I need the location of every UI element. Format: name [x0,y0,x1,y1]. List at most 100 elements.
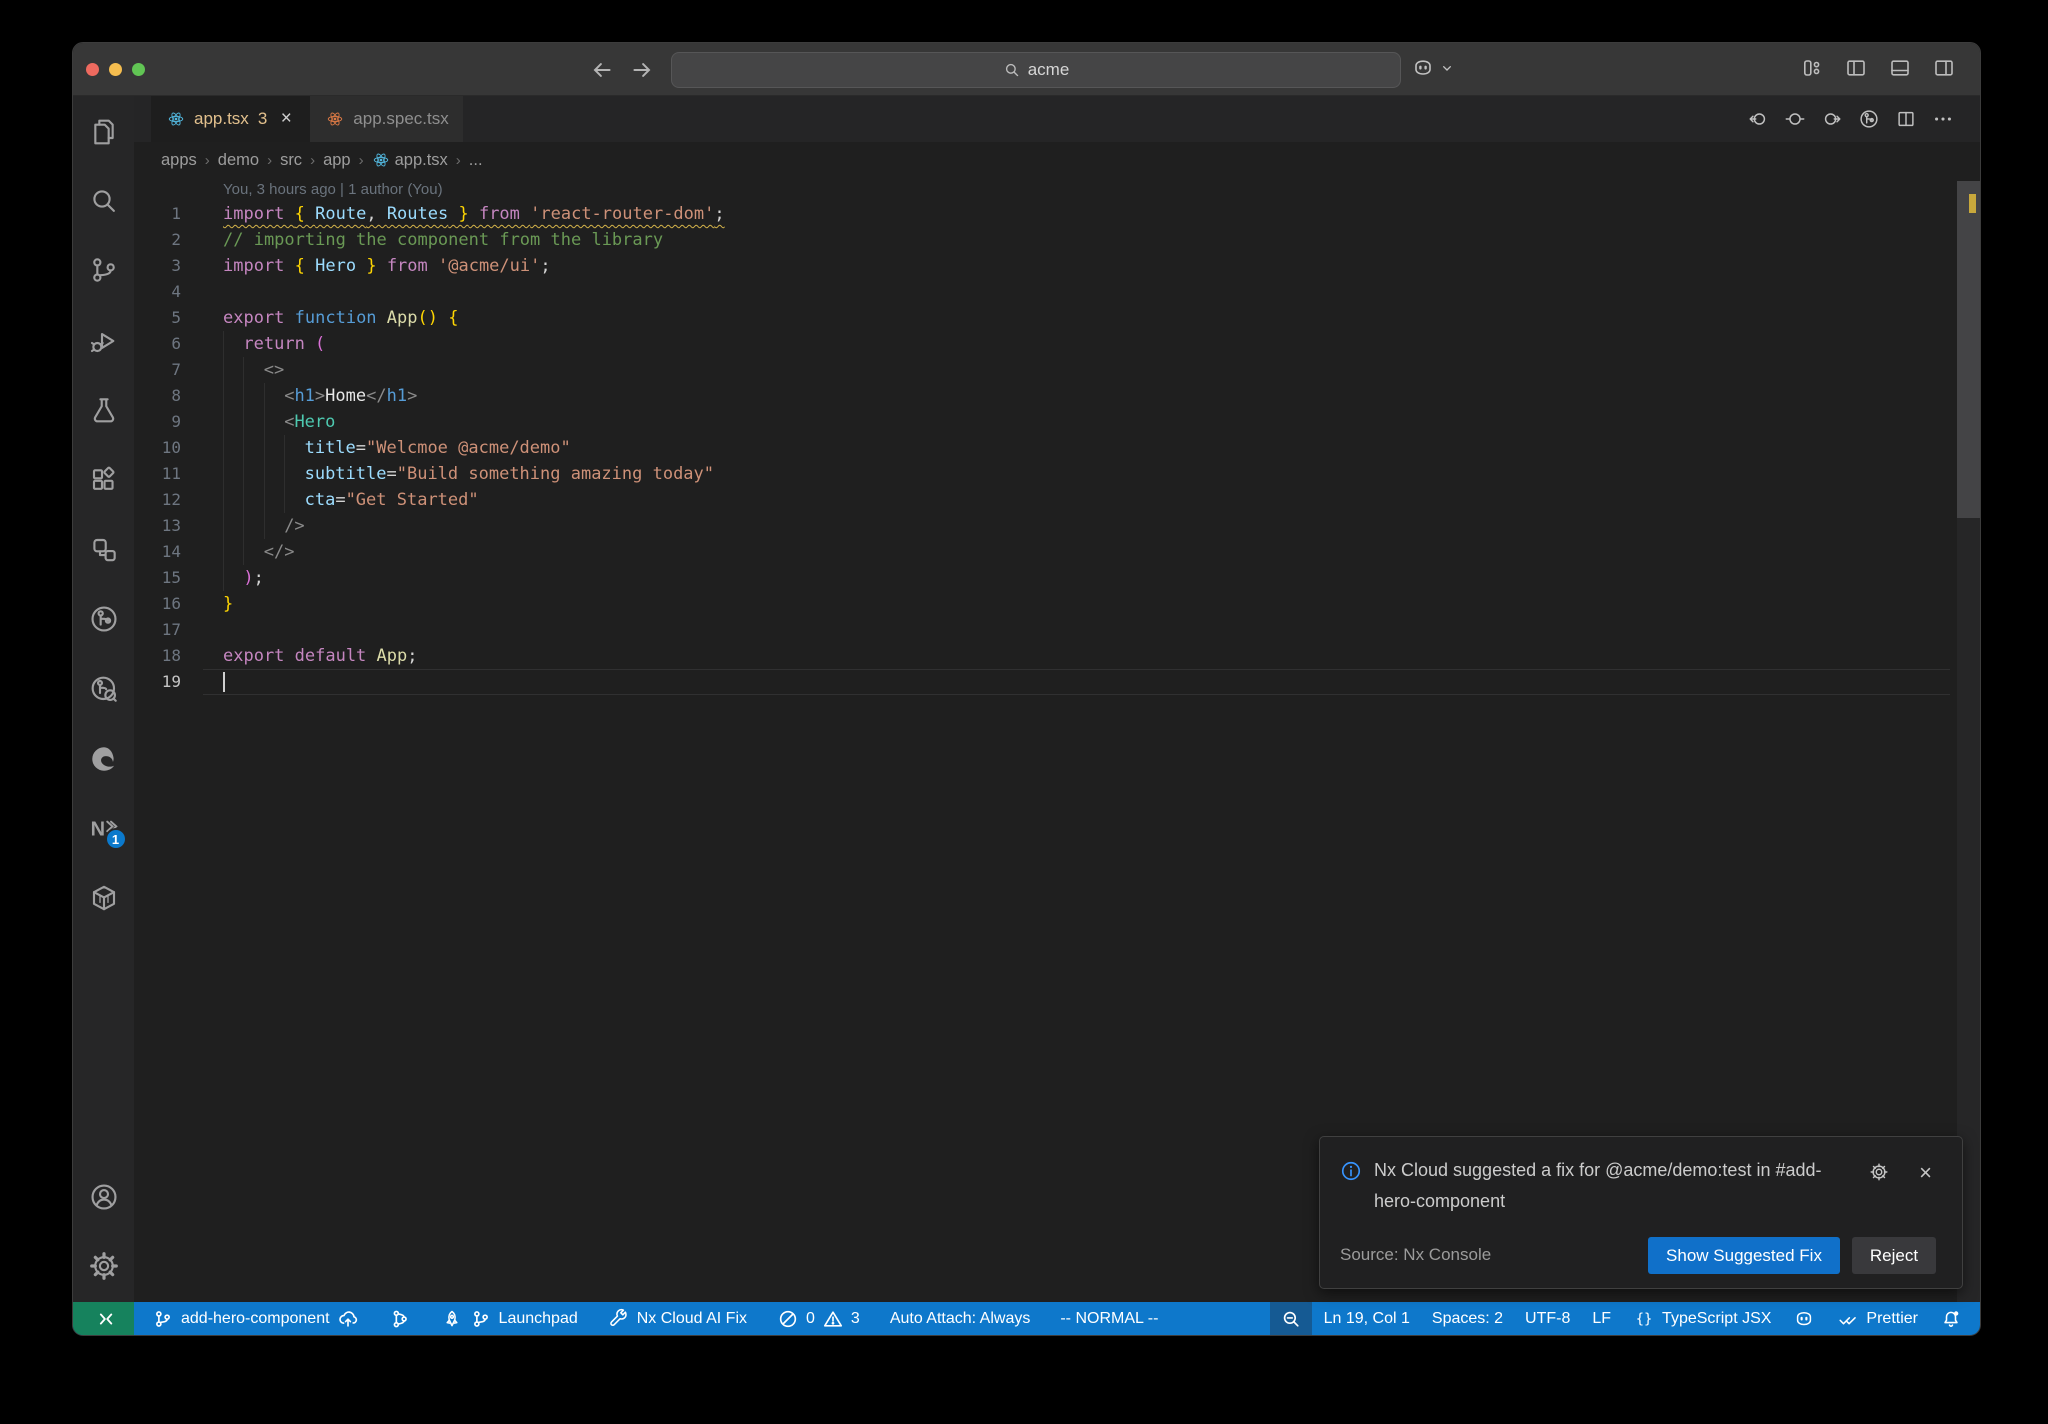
history-back-icon[interactable] [1747,108,1769,130]
auto-attach-item[interactable]: Auto Attach: Always [880,1302,1041,1335]
code-token: title [304,438,356,458]
activity-explorer[interactable] [73,108,134,156]
status-label: 0 [806,1309,815,1327]
code-line-16[interactable]: 16} [134,591,1980,617]
code-line-3[interactable]: 3 import { Hero } from '@acme/ui'; [134,253,1980,279]
encoding-item[interactable]: UTF-8 [1515,1302,1580,1335]
code-line-2[interactable]: 2 // importing the component from the lib… [134,227,1980,253]
code-token: export default [223,646,377,666]
breadcrumb-item-apptsx[interactable]: app.tsx [372,151,448,170]
code-line-18[interactable]: 18 export default App; [134,643,1980,669]
zoom-button[interactable] [132,63,145,76]
activity-edge-browser[interactable] [73,735,134,783]
graph-circle-icon[interactable] [1858,108,1880,130]
code-token: App [376,646,408,666]
code-line-content: cta="Get Started" [223,487,479,513]
code-line-5[interactable]: 5 export function App() { [134,305,1980,331]
activity-settings-gear[interactable] [73,1242,134,1290]
zoom-item[interactable] [1269,1302,1312,1335]
warning-icon [822,1308,844,1330]
indentation-item[interactable]: Spaces: 2 [1422,1302,1513,1335]
copilot-menu[interactable] [1411,56,1455,80]
breadcrumb-label: app [323,150,351,169]
nav-back-icon[interactable] [589,57,615,83]
code-line-11[interactable]: 11 subtitle="Build something amazing toda… [134,461,1980,487]
notification-settings-gear-icon[interactable] [1868,1161,1890,1183]
vim-mode-item[interactable]: -- NORMAL -- [1050,1302,1168,1335]
close-button[interactable] [86,63,99,76]
activity-testing[interactable] [73,386,134,434]
history-forward-icon[interactable] [1821,108,1843,130]
code-token: Routes [386,204,449,224]
copilot-item[interactable] [1783,1302,1825,1335]
activity-source-control[interactable] [73,246,134,294]
code-line-15[interactable]: 15); [134,565,1980,591]
remote-indicator[interactable] [73,1302,134,1335]
code-line-10[interactable]: 10 title="Welcmoe @acme/demo" [134,435,1980,461]
minimize-button[interactable] [109,63,122,76]
toggle-primary-sidebar-icon[interactable] [1844,56,1868,80]
eol-item[interactable]: LF [1582,1302,1621,1335]
code-token: ; [407,646,418,666]
launchpad-item[interactable]: Launchpad [431,1302,588,1335]
code-line-7[interactable]: 7 <> [134,357,1980,383]
code-line-9[interactable]: 9 <Hero [134,409,1980,435]
code-editor[interactable]: You, 3 hours ago | 1 author (You) 1 impor… [134,178,1980,1304]
tab-app-spec-tsx[interactable]: app.spec.tsx [310,96,463,142]
activity-accounts[interactable] [73,1173,134,1221]
activity-graph-search[interactable] [73,665,134,713]
scrollbar-thumb[interactable] [1957,181,1980,518]
breadcrumb-item-src[interactable]: src [280,151,302,170]
git-branch-item[interactable]: add-hero-component [142,1302,369,1335]
nx-cloud-fix-item[interactable]: Nx Cloud AI Fix [598,1302,757,1335]
tab-app-tsx[interactable]: app.tsx 3 × [151,96,311,142]
code-token: </> [263,542,295,562]
code-line-14[interactable]: 14 </> [134,539,1980,565]
code-line-17[interactable]: 17 [134,617,1980,643]
breadcrumb-item-[interactable]: ... [469,151,483,170]
breadcrumb-item-apps[interactable]: apps [161,151,197,170]
prettier-item[interactable]: Prettier [1827,1302,1928,1335]
breadcrumb-item-app[interactable]: app [323,151,351,170]
activity-project-structure[interactable] [73,526,134,574]
show-suggested-fix-button[interactable]: Show Suggested Fix [1648,1237,1840,1274]
code-line-6[interactable]: 6 return ( [134,331,1980,357]
activity-graph-circle[interactable] [73,595,134,643]
code-line-13[interactable]: 13 /> [134,513,1980,539]
double-check-icon [1837,1308,1859,1330]
notifications-item[interactable] [1930,1302,1972,1335]
customize-layout-icon[interactable] [1800,56,1824,80]
activity-search[interactable] [73,177,134,225]
code-line-8[interactable]: 8 <h1>Home</h1> [134,383,1980,409]
command-center-search[interactable]: acme [671,52,1401,88]
toggle-secondary-sidebar-icon[interactable] [1932,56,1956,80]
toggle-panel-icon[interactable] [1888,56,1912,80]
reject-button[interactable]: Reject [1852,1237,1936,1274]
more-actions-icon[interactable] [1932,108,1954,130]
activity-package[interactable] [73,874,134,922]
history-center-icon[interactable] [1784,108,1806,130]
activity-nx-console[interactable]: N1 [73,804,134,852]
cursor-position-item[interactable]: Ln 19, Col 1 [1314,1302,1420,1335]
breadcrumb-item-demo[interactable]: demo [218,151,259,170]
code-line-1[interactable]: 1 import { Route, Routes } from 'react-ro… [134,201,1980,227]
commit-graph-item[interactable] [379,1302,421,1335]
code-token: from [468,204,531,224]
code-line-19[interactable]: 19 [134,669,1980,695]
code-line-12[interactable]: 12 cta="Get Started" [134,487,1980,513]
code-token: Route [315,204,367,224]
activity-run-debug[interactable] [73,317,134,365]
language-item[interactable]: {} TypeScript JSX [1623,1302,1781,1335]
split-editor-icon[interactable] [1895,108,1917,130]
code-token: from [376,256,438,276]
close-tab-icon[interactable]: × [276,108,296,130]
notification-close-icon[interactable]: × [1919,1160,1932,1186]
line-number: 19 [161,672,181,691]
breadcrumb-label: demo [217,150,260,169]
problems-item[interactable]: 03 [767,1302,870,1335]
code-token: = [335,490,346,510]
nav-forward-icon[interactable] [629,57,655,83]
activity-extensions[interactable] [73,456,134,504]
code-line-4[interactable]: 4 [134,279,1980,305]
tab-modified-badge: 3 [257,109,268,128]
